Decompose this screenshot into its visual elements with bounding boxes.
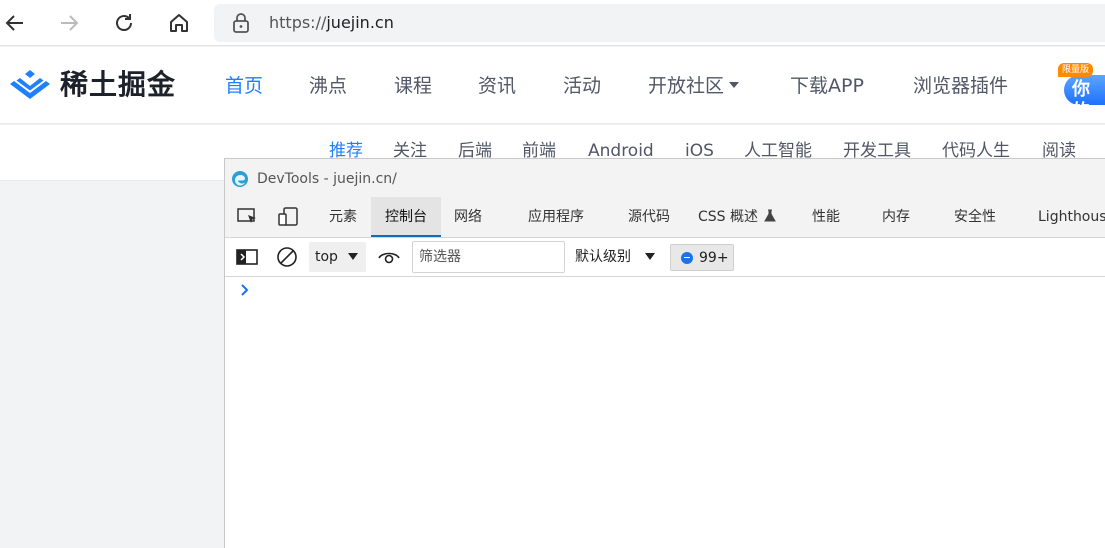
devtools-title: DevTools - juejin.cn/: [257, 171, 397, 187]
url-scheme: https://: [269, 13, 327, 32]
tab-css-overview-label: CSS 概述: [698, 209, 758, 225]
address-bar[interactable]: https://juejin.cn: [214, 4, 1105, 42]
console-sidebar-button[interactable]: [233, 243, 261, 271]
caret-down-icon: [729, 82, 740, 88]
forward-button[interactable]: [54, 8, 84, 38]
nav-courses[interactable]: 课程: [394, 73, 432, 99]
juejin-logo-icon: [10, 70, 50, 99]
promo-tag: 限量版: [1058, 63, 1094, 77]
console-toolbar: top 默认级别 99+: [225, 239, 1105, 277]
inspect-element-button[interactable]: [234, 203, 262, 231]
experimental-flask-icon: [764, 209, 776, 222]
devtools-tab-bar: 元素 控制台 网络 应用程序 源代码 CSS 概述 性能 内存 安全性 Ligh…: [225, 197, 1105, 238]
home-icon: [170, 14, 188, 32]
log-level-select[interactable]: 默认级别: [575, 247, 631, 267]
tab-application[interactable]: 应用程序: [518, 197, 594, 237]
arrow-right-icon: [61, 15, 79, 31]
nav-open-community-label: 开放社区: [648, 75, 725, 97]
url-host: juejin.cn: [326, 13, 394, 32]
tab-css-overview[interactable]: CSS 概述: [694, 197, 780, 237]
tab-lighthouse[interactable]: Lighthouse: [1038, 197, 1105, 237]
back-button[interactable]: [0, 8, 30, 38]
devtools-window: DevTools - juejin.cn/ 元素 控制台 网络 应用程序 源代码…: [224, 158, 1105, 548]
site-header: 稀土掘金 首页 沸点 课程 资讯 活动 开放社区 下载APP 浏览器插件 你的 …: [0, 47, 1105, 124]
caret-down-icon: [348, 253, 358, 260]
live-expression-eye-icon: [378, 252, 400, 264]
sidebar-toggle-icon: [236, 249, 258, 265]
caret-down-icon: [645, 253, 655, 260]
edge-browser-icon: [232, 171, 248, 187]
reload-icon: [116, 14, 132, 31]
context-select-value: top: [315, 249, 338, 265]
url-text[interactable]: https://juejin.cn: [269, 12, 394, 34]
nav-news[interactable]: 资讯: [478, 73, 516, 99]
tab-security[interactable]: 安全性: [949, 197, 1001, 237]
inspect-element-icon: [237, 208, 256, 223]
nav-open-community[interactable]: 开放社区: [648, 73, 740, 99]
home-button[interactable]: [164, 8, 194, 38]
tab-sources[interactable]: 源代码: [621, 197, 677, 237]
nav-events[interactable]: 活动: [563, 73, 601, 99]
nav-home[interactable]: 首页: [225, 73, 263, 99]
tab-network[interactable]: 网络: [445, 197, 491, 237]
arrow-left-icon: [5, 15, 23, 31]
tab-memory[interactable]: 内存: [875, 197, 917, 237]
console-filter-input[interactable]: [412, 241, 565, 273]
browser-toolbar: https://juejin.cn: [0, 0, 1105, 46]
tab-performance[interactable]: 性能: [805, 197, 847, 237]
context-select[interactable]: top: [309, 242, 366, 272]
promo-button[interactable]: 你的 限量版: [1058, 61, 1105, 122]
juejin-logo[interactable]: 稀土掘金: [8, 65, 188, 105]
device-emulation-button[interactable]: [274, 203, 302, 231]
console-messages-badge[interactable]: 99+: [670, 244, 734, 271]
message-count: 99+: [699, 249, 729, 266]
tab-elements[interactable]: 元素: [320, 197, 366, 237]
clear-console-button[interactable]: [273, 243, 301, 271]
message-bubble-icon: [681, 251, 693, 264]
clear-console-icon: [277, 247, 297, 267]
reload-button[interactable]: [109, 8, 139, 38]
live-expression-button[interactable]: [375, 243, 403, 271]
nav-browser-extension[interactable]: 浏览器插件: [913, 73, 1008, 99]
tab-console[interactable]: 控制台: [371, 197, 441, 237]
nav-download-app[interactable]: 下载APP: [790, 73, 864, 99]
promo-text: 你的: [1072, 79, 1090, 122]
nav-pins[interactable]: 沸点: [309, 73, 347, 99]
logo-text: 稀土掘金: [60, 68, 177, 101]
device-emulation-icon: [278, 207, 298, 226]
lock-icon: [233, 13, 249, 33]
devtools-titlebar[interactable]: DevTools - juejin.cn/: [225, 159, 1105, 197]
console-prompt-chevron-icon[interactable]: [239, 283, 251, 297]
